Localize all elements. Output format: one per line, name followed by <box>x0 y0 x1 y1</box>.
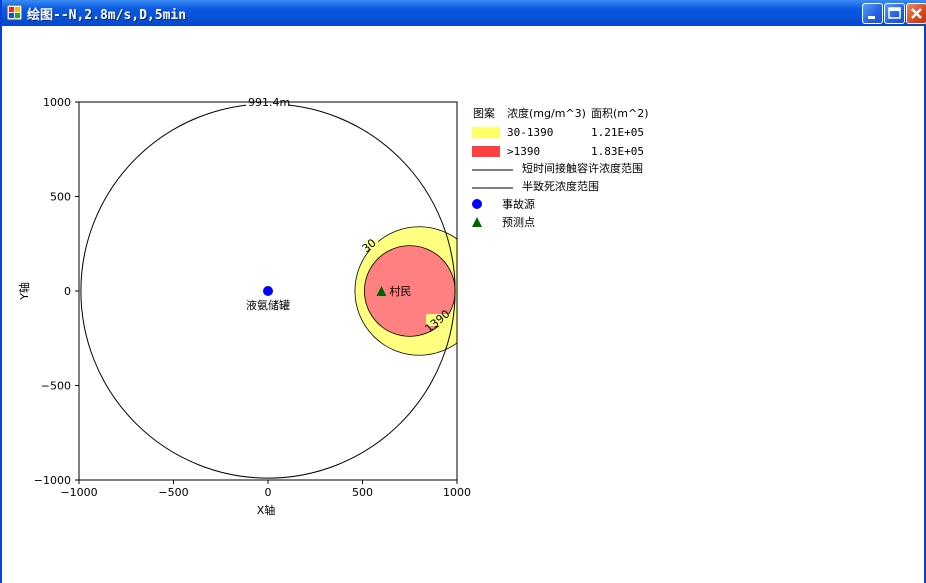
x-tick-label: 0 <box>265 486 272 499</box>
app-window: 绘图--N,2.8m/s,D,5min 30 1390 991.4m −1000… <box>0 0 926 583</box>
legend-row-label: >1390 <box>507 145 540 158</box>
legend-row-label: 30-1390 <box>507 126 553 139</box>
legend-row-area: 1.21E+05 <box>591 126 644 139</box>
legend-row-area: 1.83E+05 <box>591 145 644 158</box>
point-label: 村民 <box>389 284 411 298</box>
y-tick-label: −500 <box>41 380 71 393</box>
contour-layer <box>80 103 457 479</box>
legend-line-label: 短时间接触容许浓度范围 <box>522 161 643 175</box>
chart-area: 30 1390 991.4m −1000 −500 0 500 1000 1000500… <box>17 96 649 517</box>
y-tick-label: −1000 <box>34 474 71 487</box>
x-tick-label: −500 <box>158 486 188 499</box>
legend-swatch-yellow <box>472 127 500 138</box>
x-axis-title: X轴 <box>257 503 276 517</box>
legend-header-area: 面积(m^2) <box>591 107 649 120</box>
legend-marker-label: 事故源 <box>502 197 535 211</box>
y-axis-title: Y轴 <box>17 282 31 301</box>
legend-marker-label: 预测点 <box>502 216 535 229</box>
x-tick-label: 500 <box>352 486 373 499</box>
legend: 图案 浓度(mg/m^3) 面积(m^2) 30-1390 1.21E+05 >… <box>472 106 649 229</box>
y-axis: 1000 500 0 −500 −1000 <box>34 96 79 487</box>
y-tick-label: 500 <box>50 191 71 204</box>
legend-triangle-marker-icon <box>472 217 482 227</box>
legend-swatch-red <box>472 146 500 157</box>
x-tick-label: −1000 <box>60 486 97 499</box>
y-tick-label: 0 <box>64 285 71 298</box>
legend-header-concentration: 浓度(mg/m^3) <box>507 106 586 120</box>
y-tick-label: 1000 <box>43 96 71 109</box>
legend-header-pattern: 图案 <box>473 106 495 120</box>
point-label: 液氨储罐 <box>246 298 290 312</box>
legend-circle-marker-icon <box>472 199 482 209</box>
point-marker <box>263 286 273 296</box>
legend-line-label: 半致死浓度范围 <box>522 179 599 193</box>
x-axis: −1000 −500 0 500 1000 <box>60 480 471 499</box>
x-tick-label: 1000 <box>443 486 471 499</box>
